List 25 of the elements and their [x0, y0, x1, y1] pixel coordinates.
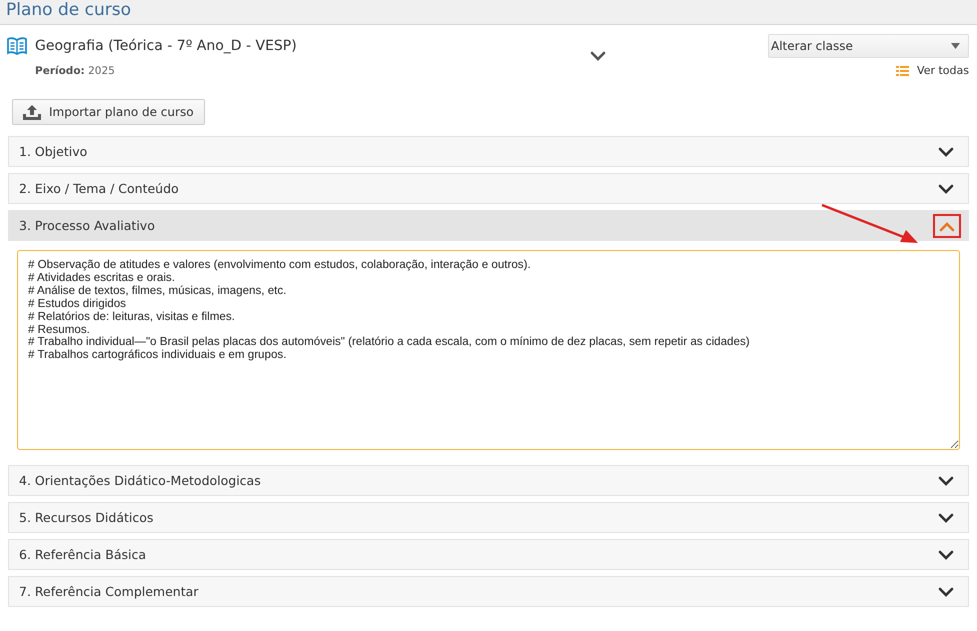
course-title: Geografia (Teórica - 7º Ano_D - VESP): [35, 38, 297, 54]
chevron-down-icon: [938, 584, 954, 598]
accordion-header[interactable]: 5. Recursos Didáticos: [8, 502, 969, 533]
chevron-down-icon[interactable]: [590, 49, 606, 63]
chevron-down-icon: [938, 510, 954, 524]
class-select[interactable]: Alterar classe: [768, 34, 969, 58]
chevron-down-icon: [938, 144, 954, 158]
upload-icon: [23, 104, 41, 120]
list-icon: [896, 66, 910, 76]
text-area[interactable]: # Observação de atitudes e valores (envolvimento com estudos, colaboração, interação e outros). # Atividades escritas e orais. # Análise de textos, filmes, músicas, imagens, etc. # Estudos dirigidos # Relatórios de: leituras, visitas e filmes. # Resumos. # Trabalho individual—"o Brasil pelas placas dos automóveis" (relatório a cada escala, com o mínimo de dez placas, sem repetir as cidades) # Trabalhos cartográficos individuais e em grupos.: [17, 250, 960, 450]
accordion-header[interactable]: 6. Referência Básica: [8, 539, 969, 570]
accordion-header[interactable]: 3. Processo Avaliativo: [8, 210, 969, 241]
accordion-header[interactable]: 4. Orientações Didático-Metodologicas: [8, 465, 969, 496]
accordion-header[interactable]: 1. Objetivo: [8, 136, 969, 167]
page-title: Plano de curso: [6, 1, 131, 19]
accordion-header[interactable]: 2. Eixo / Tema / Conteúdo: [8, 173, 969, 204]
chevron-down-icon: [938, 182, 954, 196]
chevron-down-icon: [938, 548, 954, 562]
period-text: Período: 2025: [35, 65, 115, 77]
chevron-down-icon: [938, 474, 954, 488]
dropdown-caret-icon: [951, 43, 960, 49]
see-all-link[interactable]: Ver todas: [896, 64, 969, 77]
import-button[interactable]: Importar plano de curso: [12, 99, 205, 125]
book-icon: [7, 37, 27, 55]
accordion-header[interactable]: 7. Referência Complementar: [8, 576, 969, 607]
